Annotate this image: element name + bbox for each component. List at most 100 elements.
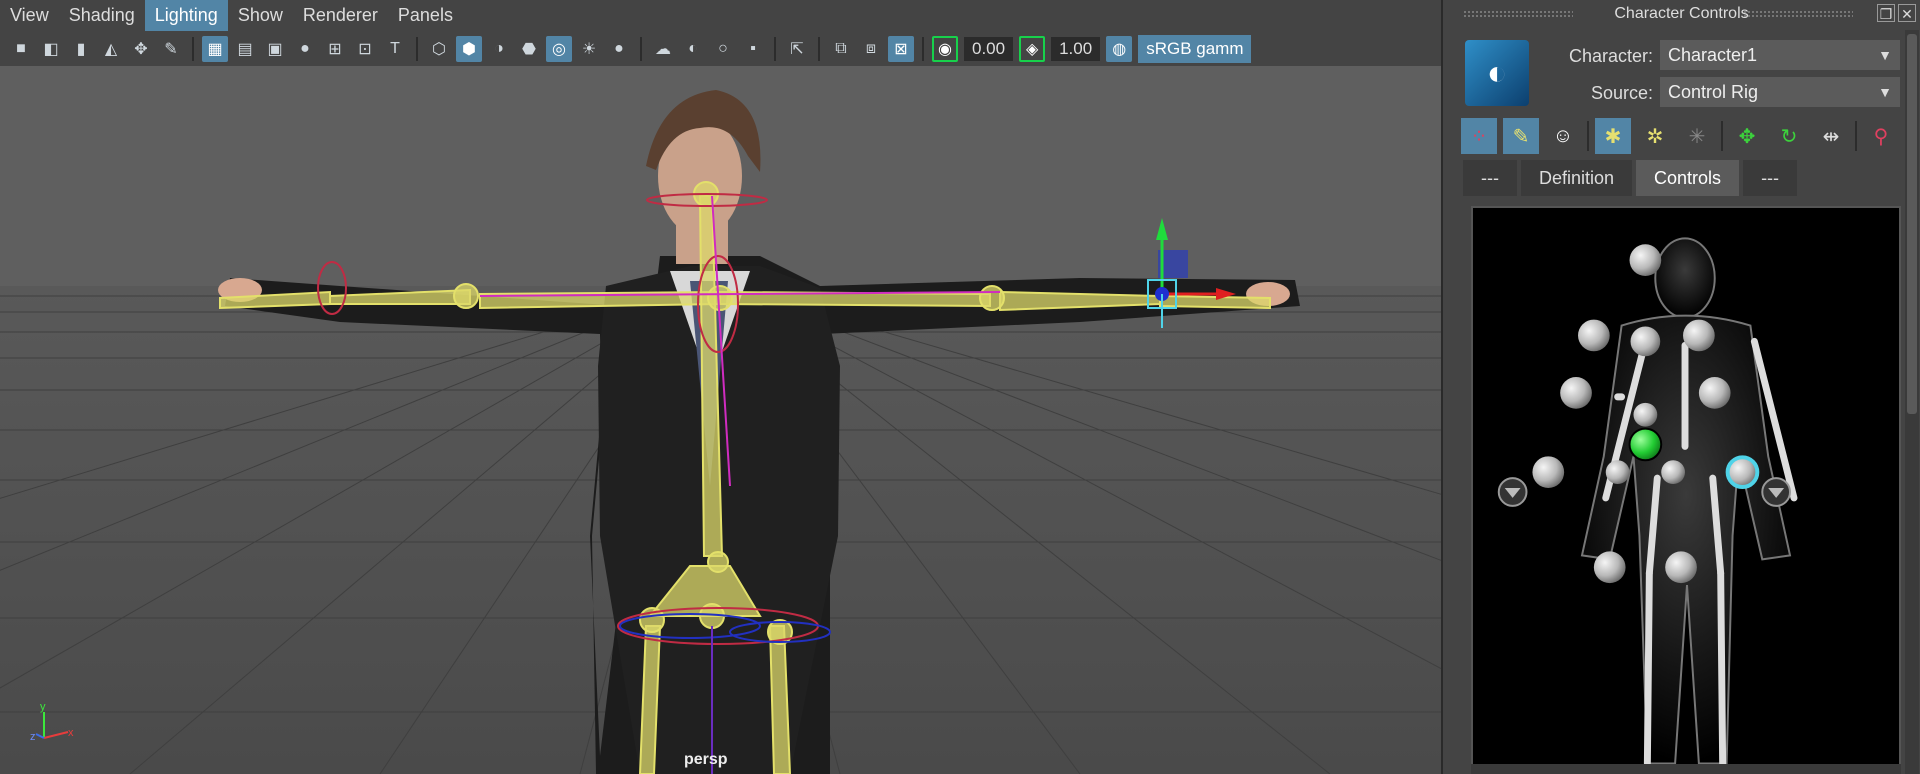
- right-elbow-effector[interactable]: [1698, 377, 1731, 409]
- full-body-effectors-icon[interactable]: ⁘: [1461, 118, 1497, 154]
- chevron-down-icon: ▼: [1878, 47, 1892, 63]
- right-knee-effector[interactable]: [1665, 551, 1697, 584]
- left-hip-effector[interactable]: [1605, 460, 1630, 485]
- depth-of-field-icon[interactable]: ▪: [740, 36, 766, 62]
- safe-title-icon[interactable]: T: [382, 36, 408, 62]
- toolbar-separator: [922, 36, 924, 61]
- selection-icon[interactable]: ✳: [1679, 118, 1715, 154]
- scene-3d-view[interactable]: [0, 66, 1441, 774]
- mirror-icon[interactable]: ⚲: [1863, 118, 1899, 154]
- left-wrist-effector[interactable]: [1532, 456, 1565, 489]
- tab-definition[interactable]: Definition: [1520, 160, 1633, 196]
- tab-left-placeholder[interactable]: ---: [1463, 160, 1517, 196]
- select-camera-icon[interactable]: ■: [8, 36, 34, 62]
- motion-blur-icon[interactable]: ◐: [680, 36, 706, 62]
- source-dropdown[interactable]: Control Rig ▼: [1660, 77, 1900, 107]
- xray-active-components-icon[interactable]: ⧈: [858, 36, 884, 62]
- body-part-icon[interactable]: ✲: [1637, 118, 1673, 154]
- humanik-logo-icon[interactable]: ◐: [1465, 40, 1529, 106]
- pin-translate-icon[interactable]: ✥: [1729, 118, 1765, 154]
- safe-action-icon[interactable]: ⊡: [352, 36, 378, 62]
- toolbar-separator: [818, 36, 820, 61]
- smooth-shade-icon[interactable]: ⬢: [456, 35, 482, 62]
- menu-panels[interactable]: Panels: [388, 0, 463, 31]
- close-icon[interactable]: ✕: [1898, 4, 1916, 22]
- panel-title-bar[interactable]: Character Controls ❐ ✕: [1443, 0, 1920, 28]
- two-d-pan-zoom-icon[interactable]: ✥: [128, 36, 154, 62]
- axis-x-label: x: [68, 727, 74, 739]
- left-knee-effector[interactable]: [1593, 551, 1626, 584]
- tab-controls[interactable]: Controls: [1636, 160, 1740, 196]
- left-elbow-effector[interactable]: [1560, 377, 1592, 409]
- use-all-lights-icon[interactable]: ☀: [576, 36, 602, 62]
- menu-renderer[interactable]: Renderer: [293, 0, 388, 31]
- resolution-gate-icon[interactable]: ▣: [262, 36, 288, 62]
- tab-right-placeholder[interactable]: ---: [1743, 160, 1798, 196]
- grease-pencil-icon[interactable]: ✎: [158, 36, 184, 62]
- hips-effector[interactable]: [1628, 427, 1663, 462]
- exposure-field[interactable]: 0.00: [964, 36, 1014, 61]
- panel-horizontal-scrollbar[interactable]: [1471, 764, 1901, 774]
- menu-shading[interactable]: Shading: [59, 0, 145, 31]
- controls-tabs: --- Definition Controls ---: [1463, 160, 1801, 196]
- grid-icon[interactable]: ▦: [202, 35, 228, 62]
- drag-grip[interactable]: [1743, 10, 1853, 18]
- axis-z-label: z: [30, 731, 36, 743]
- field-chart-icon[interactable]: ⊞: [322, 36, 348, 62]
- viewport-menubar: View Shading Lighting Show Renderer Pane…: [0, 0, 1441, 31]
- screen-space-ao-icon[interactable]: ☁: [650, 36, 676, 62]
- right-wrist-effector[interactable]: [1725, 455, 1760, 490]
- menu-view[interactable]: View: [0, 0, 59, 31]
- right-shoulder-effector[interactable]: [1683, 319, 1715, 352]
- exposure-icon[interactable]: ◉: [932, 35, 958, 62]
- toolbar-separator: [774, 36, 776, 61]
- humanik-toolbar: ⁘ ✎ ☺ ✱ ✲ ✳ ✥ ↻ ⇹ ⚲: [1461, 116, 1905, 156]
- left-hand-menu-icon[interactable]: [1497, 477, 1528, 507]
- textured-icon[interactable]: ◎: [546, 35, 572, 62]
- view-transform-dropdown[interactable]: sRGB gamm: [1138, 34, 1252, 63]
- gamma-field[interactable]: 1.00: [1051, 36, 1101, 61]
- xray-joints-icon[interactable]: ⊠: [888, 35, 914, 62]
- spine-effector[interactable]: [1633, 402, 1658, 427]
- release-pin-icon[interactable]: ⇹: [1813, 118, 1849, 154]
- multisample-aa-icon[interactable]: ○: [710, 36, 736, 62]
- wireframe-icon[interactable]: ⬡: [426, 36, 452, 62]
- show-fk-icon[interactable]: ✎: [1503, 118, 1539, 154]
- viewport-panel: View Shading Lighting Show Renderer Pane…: [0, 0, 1441, 774]
- left-shoulder-effector[interactable]: [1578, 319, 1610, 352]
- stance-pose-icon[interactable]: ☺: [1545, 118, 1581, 154]
- restore-window-icon[interactable]: ❐: [1877, 4, 1895, 22]
- isolate-select-icon[interactable]: ⇱: [784, 36, 810, 62]
- default-material-icon[interactable]: ◑: [486, 36, 512, 62]
- toolbar-separator: [1855, 121, 1857, 151]
- character-dropdown[interactable]: Character1 ▼: [1660, 40, 1900, 70]
- scroll-thumb[interactable]: [1907, 34, 1917, 414]
- gate-mask-icon[interactable]: ●: [292, 36, 318, 62]
- pin-rotate-icon[interactable]: ↻: [1771, 118, 1807, 154]
- color-management-toggle-icon[interactable]: ◍: [1106, 35, 1133, 62]
- shadows-icon[interactable]: ●: [606, 36, 632, 62]
- right-hip-effector[interactable]: [1661, 460, 1686, 485]
- camera-attributes-icon[interactable]: ◧: [38, 36, 64, 62]
- menu-lighting[interactable]: Lighting: [144, 0, 228, 31]
- image-plane-icon[interactable]: ◭: [98, 36, 124, 62]
- axis-indicator: y x z: [30, 701, 74, 743]
- source-label: Source:: [1590, 83, 1653, 103]
- film-gate-icon[interactable]: ▤: [232, 36, 258, 62]
- wireframe-on-shaded-icon[interactable]: ⬣: [516, 36, 542, 62]
- toolbar-separator: [416, 36, 418, 61]
- toolbar-separator: [1721, 121, 1723, 151]
- full-body-pinning-icon[interactable]: ✱: [1595, 118, 1631, 154]
- chest-effector[interactable]: [1630, 326, 1661, 357]
- source-dropdown-value: Control Rig: [1668, 82, 1759, 102]
- head-effector[interactable]: [1629, 244, 1662, 277]
- panel-vertical-scrollbar[interactable]: [1905, 30, 1919, 774]
- drag-grip[interactable]: [1463, 10, 1573, 18]
- viewport-toolbar: ■ ◧ ▮ ◭ ✥ ✎ ▦ ▤ ▣ ● ⊞ ⊡ T ⬡ ⬢ ◑ ⬣ ◎ ☀ ● …: [0, 31, 1441, 66]
- bookmark-icon[interactable]: ▮: [68, 36, 94, 62]
- menu-show[interactable]: Show: [228, 0, 293, 31]
- xray-icon[interactable]: ⧉: [828, 36, 854, 62]
- right-hand-menu-icon[interactable]: [1761, 477, 1792, 507]
- figure-graphic: [1497, 237, 1798, 767]
- gamma-icon[interactable]: ◈: [1019, 35, 1046, 62]
